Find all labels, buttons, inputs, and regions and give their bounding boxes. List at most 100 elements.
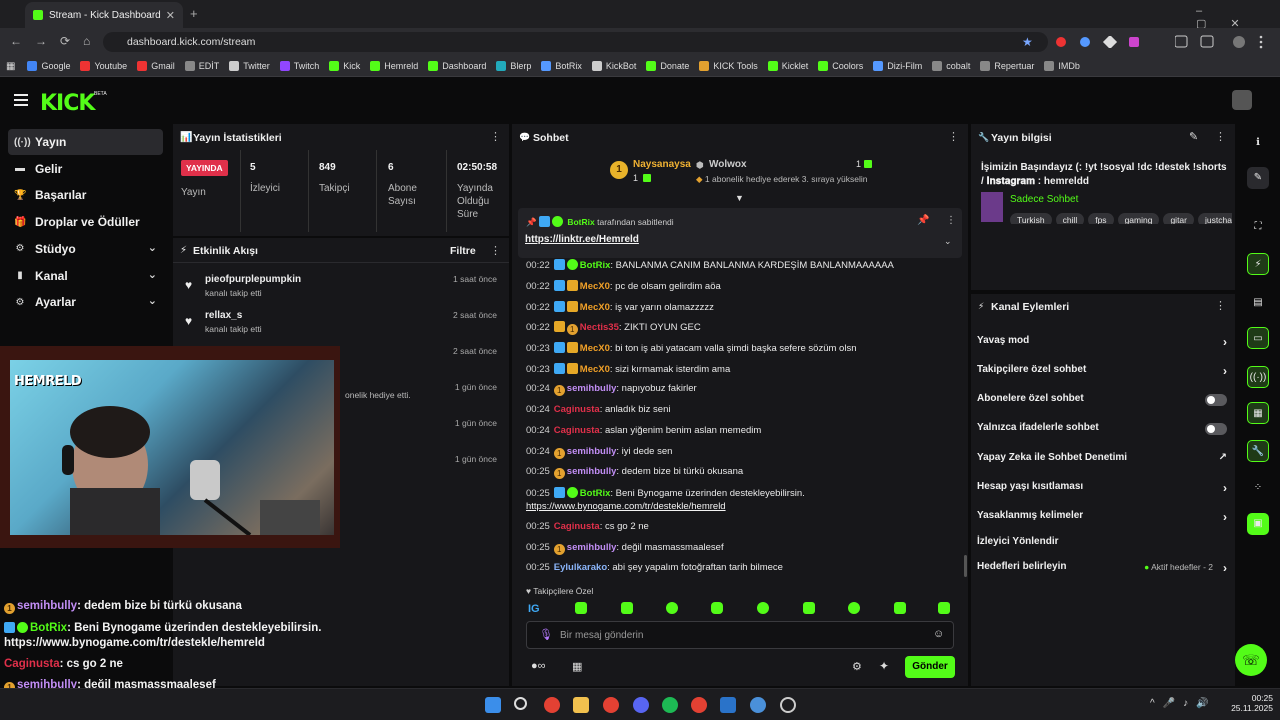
chat-username[interactable]: Eylulkarako (554, 562, 607, 573)
nav-item-kanal[interactable]: ▮ Kanal ⌄ (8, 263, 163, 289)
close-tab-icon[interactable]: ✕ (166, 9, 175, 22)
steam-icon[interactable] (750, 697, 766, 713)
broadcast-rail-icon[interactable]: ((·)) (1247, 366, 1269, 388)
external-link-icon[interactable]: ↗ (1219, 452, 1227, 463)
chevron-right-icon[interactable]: › (1223, 510, 1227, 524)
gift-sub-icon[interactable]: ✦ (879, 659, 889, 673)
chat-username[interactable]: Caginusta (554, 425, 600, 436)
chat-username[interactable]: MecX0 (580, 281, 610, 292)
tag[interactable]: gitar (1163, 213, 1194, 224)
bookmark-item[interactable]: BotRix (541, 61, 582, 71)
bookmark-item[interactable]: Blerp (496, 61, 531, 71)
tag[interactable]: chill (1055, 213, 1085, 224)
channel-action-7[interactable]: İzleyici Yönlendir (977, 536, 1227, 556)
bookmark-item[interactable]: Dashboard (428, 61, 486, 71)
bookmark-item[interactable]: cobalt (932, 61, 970, 71)
channel-action-1[interactable]: Takipçilere özel sohbet › (977, 364, 1227, 384)
pinned-link[interactable]: https://linktr.ee/Hemreld (525, 234, 639, 245)
bookmark-item[interactable]: Hemreld (370, 61, 418, 71)
chat-username[interactable]: MecX0 (580, 302, 610, 313)
send-button[interactable]: Gönder (905, 656, 955, 678)
microphone-icon[interactable]: 🎙 (539, 628, 553, 641)
fullscreen-icon[interactable]: ⛶ (1247, 216, 1269, 238)
activity-more-icon[interactable]: ⋮ (490, 244, 501, 257)
info-icon[interactable]: ℹ (1247, 132, 1269, 154)
layout-rail-icon[interactable]: ▦ (1247, 402, 1269, 424)
pinned-more-icon[interactable]: ⋮ (946, 215, 956, 226)
chat-username[interactable]: MecX0 (580, 343, 610, 354)
emoji-icon[interactable]: ☺ (933, 628, 944, 640)
chevron-right-icon[interactable]: › (1223, 364, 1227, 378)
bookmark-item[interactable]: Kick (329, 61, 360, 71)
channel-action-2[interactable]: Abonelere özel sohbet (977, 393, 1227, 413)
chevron-right-icon[interactable]: › (1223, 561, 1227, 575)
chat-username[interactable]: Nectis35 (580, 322, 619, 333)
nav-item-st-dyo[interactable]: ⚙ Stüdyo ⌄ (8, 236, 163, 262)
spotify-icon[interactable] (662, 697, 678, 713)
app-icon[interactable] (720, 697, 736, 713)
system-tray-icons[interactable]: ^🎤♪🔊 (1150, 698, 1217, 709)
chevron-down-icon[interactable]: ⌄ (148, 268, 157, 281)
store-icon[interactable]: ▦ (572, 660, 582, 673)
start-icon[interactable] (485, 697, 501, 713)
stats-more-icon[interactable]: ⋮ (490, 130, 501, 143)
channel-action-0[interactable]: Yavaş mod › (977, 335, 1227, 355)
hamburger-menu-icon[interactable] (14, 94, 28, 106)
edit-icon[interactable]: ✎ (1189, 130, 1198, 143)
chevron-down-icon[interactable]: ⌄ (148, 241, 157, 254)
collapse-arrow-icon[interactable]: ▼ (735, 193, 744, 203)
discord-icon[interactable] (633, 697, 649, 713)
second-gifter-name[interactable]: Wolwox (709, 159, 747, 170)
address-bar[interactable]: dashboard.kick.com/stream (103, 32, 1048, 52)
chat-link[interactable]: https://www.bynogame.com/tr/destekle/hem… (526, 501, 726, 512)
unpin-icon[interactable]: 📌 (917, 215, 929, 226)
bookmark-item[interactable]: Youtube (80, 61, 127, 71)
bookmark-item[interactable]: Coolors (818, 61, 863, 71)
chat-more-icon[interactable]: ⋮ (948, 130, 959, 143)
channel-action-6[interactable]: Yasaklanmış kelimeler › (977, 510, 1227, 530)
tag[interactable]: gaming (1117, 213, 1160, 224)
activity-user[interactable]: rellax_s (205, 310, 242, 321)
tag[interactable]: justcha (1198, 213, 1232, 224)
chat-username[interactable]: semihbully (567, 383, 617, 394)
channel-action-4[interactable]: Yapay Zeka ile Sohbet Denetimi ↗ (977, 452, 1227, 472)
window-controls[interactable]: –▢✕ (1196, 5, 1280, 30)
wrench-rail-icon[interactable]: 🔧 (1247, 440, 1269, 462)
clipboard-icon[interactable]: ▤ (1247, 292, 1269, 314)
edit-rail-icon[interactable]: ✎ (1247, 167, 1269, 189)
bookmark-item[interactable]: EDİT (184, 61, 219, 71)
nav-item-droplar-ve-d-ller[interactable]: 🎁 Droplar ve Ödüller (8, 209, 163, 235)
browser-tab[interactable]: Stream - Kick Dashboard ✕ (25, 2, 183, 28)
toggle-switch[interactable] (1205, 394, 1227, 406)
filter-button[interactable]: Filtre (450, 245, 476, 257)
new-tab-icon[interactable]: + (190, 6, 198, 21)
stream-info-more-icon[interactable]: ⋮ (1215, 130, 1226, 143)
apps-grid-icon[interactable]: ▦ (6, 61, 15, 72)
chat-scrollbar[interactable] (964, 555, 967, 577)
chevron-right-icon[interactable]: › (1223, 335, 1227, 349)
nav-item-yay-n[interactable]: ((·)) Yayın (8, 129, 163, 155)
expand-pinned-icon[interactable]: ⌄ (944, 236, 952, 247)
tag[interactable]: fps (1088, 213, 1114, 224)
chat-username[interactable]: semihbully (567, 446, 617, 457)
chat-rail-icon[interactable]: ▭ (1247, 327, 1269, 349)
bookmark-item[interactable]: Twitter (229, 61, 270, 71)
bookmark-item[interactable]: Google (27, 61, 70, 71)
activity-user[interactable]: pieofpurplepumpkin (205, 274, 301, 285)
category-name[interactable]: Sadece Sohbet (1010, 194, 1078, 205)
pinned-by[interactable]: BotRix (567, 217, 594, 227)
chrome-icon-2[interactable] (603, 697, 619, 713)
chat-input[interactable]: 🎙 Bir mesaj gönderin ☺ (526, 621, 954, 649)
bookmark-item[interactable]: IMDb (1044, 61, 1080, 71)
chevron-down-icon[interactable]: ⌄ (148, 294, 157, 307)
clock[interactable]: 00:25 25.11.2025 (1228, 693, 1273, 713)
obs-icon[interactable] (780, 697, 796, 713)
green-app-icon[interactable]: ▣ (1247, 513, 1269, 535)
bookmark-item[interactable]: Dizi-Film (873, 61, 922, 71)
bookmark-item[interactable]: KickBot (591, 61, 636, 71)
bookmark-item[interactable]: Gmail (137, 61, 175, 71)
bookmark-item[interactable]: Donate (646, 61, 689, 71)
chrome-icon[interactable] (544, 697, 560, 713)
nav-buttons-icon[interactable]: ←→⟳⌂ (10, 34, 103, 48)
chat-username[interactable]: semihbully (567, 466, 617, 477)
